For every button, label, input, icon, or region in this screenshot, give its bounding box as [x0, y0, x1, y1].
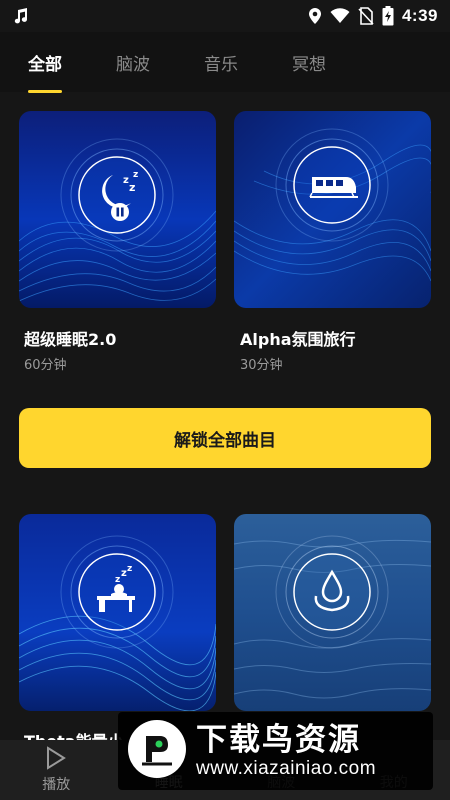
watermark-url: www.xiazainiao.com [196, 758, 377, 779]
status-bar: 4:39 [0, 0, 450, 32]
nav-play[interactable]: 播放 [0, 740, 113, 800]
status-indicators: 4:39 [308, 6, 438, 26]
clock: 4:39 [401, 6, 438, 25]
track-title: 超级睡眠2.0 [24, 330, 117, 349]
no-sim-icon [358, 7, 374, 25]
wifi-icon [330, 8, 350, 24]
track-card-alpha-travel[interactable] [234, 111, 431, 308]
svg-text:z: z [129, 181, 135, 194]
tab-meditation[interactable]: 冥想 [292, 50, 326, 75]
track-card-super-sleep[interactable]: z z z [19, 111, 216, 308]
music-note-icon [12, 7, 30, 25]
battery-charging-icon [382, 6, 394, 26]
nav-play-label: 播放 [42, 777, 71, 793]
watermark-title: 下载鸟资源 [196, 722, 361, 758]
location-icon [308, 7, 322, 25]
tab-all[interactable]: 全部 [28, 50, 62, 93]
track-title: Alpha氛围旅行 [240, 330, 356, 349]
svg-text:z: z [127, 564, 132, 574]
track-duration: 30分钟 [240, 358, 283, 373]
tab-brainwave[interactable]: 脑波 [116, 50, 150, 75]
category-tabs: 全部 脑波 音乐 冥想 [0, 32, 450, 93]
track-card-theta-energy[interactable]: z z z [19, 514, 216, 711]
unlock-all-button[interactable]: 解锁全部曲目 [19, 408, 431, 468]
watermark-overlay: 下载鸟资源 www.xiazainiao.com [118, 712, 433, 790]
tab-music[interactable]: 音乐 [204, 50, 238, 75]
track-duration: 60分钟 [24, 358, 67, 373]
svg-text:z: z [133, 170, 138, 180]
track-card-water[interactable] [234, 514, 431, 711]
play-icon [45, 746, 67, 774]
svg-text:z: z [115, 575, 120, 585]
watermark-logo [126, 718, 188, 785]
